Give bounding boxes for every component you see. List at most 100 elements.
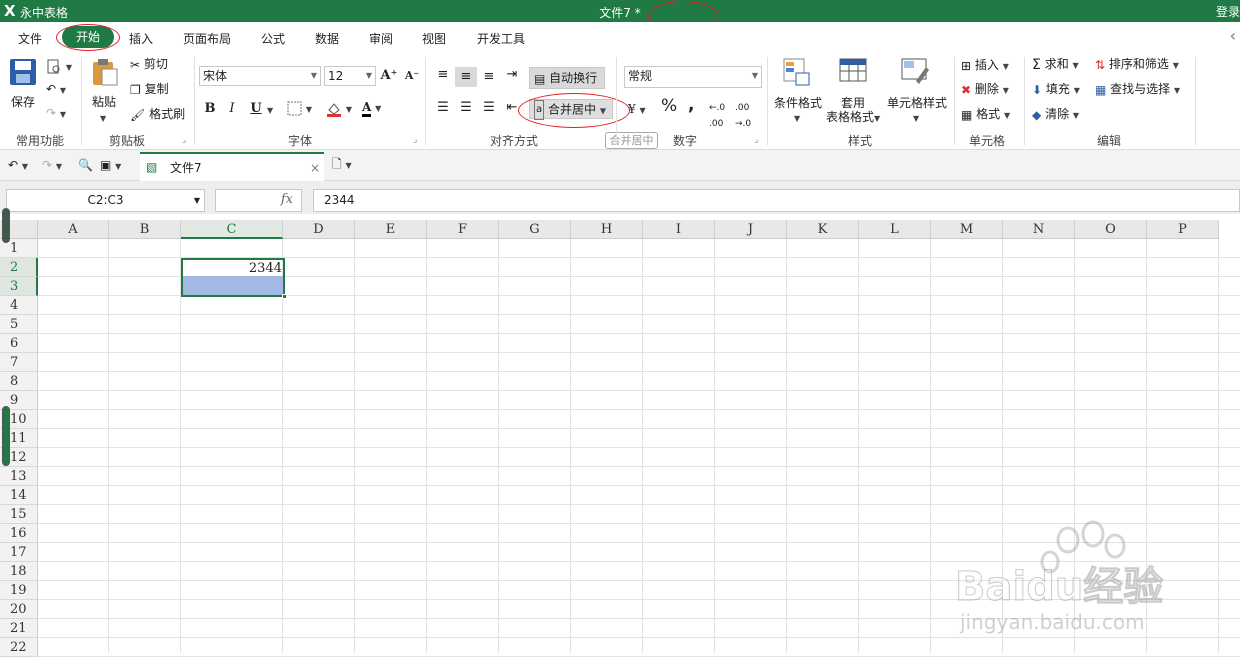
grow-font-button[interactable]: A⁺ xyxy=(378,66,400,86)
increase-decimal-button[interactable]: ←.0.00 xyxy=(709,100,725,132)
align-right-icon[interactable]: ☰ xyxy=(478,98,500,118)
row-header-14[interactable]: 14 xyxy=(0,486,38,505)
column-header-j[interactable]: J xyxy=(715,220,787,239)
name-box[interactable]: C2:C3 ▼ xyxy=(6,189,205,212)
row-header-13[interactable]: 13 xyxy=(0,467,38,486)
redo-icon[interactable]: ↷ ▼ xyxy=(46,105,66,123)
column-header-a[interactable]: A xyxy=(38,220,109,239)
sum-button[interactable]: Σ 求和 ▼ xyxy=(1032,56,1079,74)
find-select-button[interactable]: ▦ 查找与选择 ▼ xyxy=(1095,81,1180,99)
percent-button[interactable]: % xyxy=(661,98,677,115)
delete-cells-button[interactable]: ✖ 删除 ▼ xyxy=(961,81,1009,99)
row-header-5[interactable]: 5 xyxy=(0,315,38,334)
table-format-icon[interactable] xyxy=(838,57,868,87)
chevron-down-icon[interactable]: ▼ xyxy=(794,109,800,127)
table-format-button-line2[interactable]: 表格格式▼ xyxy=(826,109,880,127)
row-header-2[interactable]: 2 xyxy=(0,258,38,277)
fill-handle[interactable] xyxy=(282,294,287,299)
row-header-15[interactable]: 15 xyxy=(0,505,38,524)
align-bottom-icon[interactable]: ≡ xyxy=(478,67,500,87)
menu-formulas[interactable]: 公式 xyxy=(261,30,285,47)
column-header-g[interactable]: G xyxy=(499,220,571,239)
row-header-17[interactable]: 17 xyxy=(0,543,38,562)
spreadsheet-grid[interactable]: ABCDEFGHIJKLMNOP 1 2 3 4 5 6 7 8 9 10 11 12 13 14 15 16… xyxy=(0,208,1240,657)
column-header-l[interactable]: L xyxy=(859,220,931,239)
column-header-d[interactable]: D xyxy=(283,220,355,239)
shrink-font-button[interactable]: A⁻ xyxy=(401,66,423,86)
italic-button[interactable]: I xyxy=(221,99,243,119)
menu-data[interactable]: 数据 xyxy=(315,30,339,47)
cell-styles-icon[interactable] xyxy=(900,57,930,87)
menu-view[interactable]: 视图 xyxy=(422,30,446,47)
format-painter-button[interactable]: 🖌 格式刷 xyxy=(130,106,185,123)
column-header-h[interactable]: H xyxy=(571,220,643,239)
launcher-icon[interactable]: ⌟ xyxy=(182,135,186,145)
menu-insert[interactable]: 插入 xyxy=(129,30,153,47)
cut-button[interactable]: ✂ 剪切 xyxy=(130,56,168,73)
comma-button[interactable]: , xyxy=(688,97,694,114)
border-icon[interactable]: ▼ xyxy=(287,100,312,118)
column-header-c[interactable]: C xyxy=(181,220,283,239)
column-header-i[interactable]: I xyxy=(643,220,715,239)
scroll-thumb[interactable] xyxy=(2,208,10,243)
menu-page-layout[interactable]: 页面布局 xyxy=(183,30,231,47)
column-header-k[interactable]: K xyxy=(787,220,859,239)
column-header-m[interactable]: M xyxy=(931,220,1003,239)
fill-color-icon[interactable]: ▼ xyxy=(326,100,352,118)
collapse-ribbon-icon[interactable]: ‹ xyxy=(1230,26,1236,45)
paste-icon[interactable] xyxy=(90,57,120,87)
format-cells-button[interactable]: ▦ 格式 ▼ xyxy=(961,106,1010,124)
cell-c2[interactable]: 2344 xyxy=(186,259,282,277)
insert-cells-button[interactable]: ⊞ 插入 ▼ xyxy=(961,57,1009,75)
column-header-p[interactable]: P xyxy=(1147,220,1219,239)
chevron-down-icon[interactable]: ▼ xyxy=(913,109,919,127)
row-header-6[interactable]: 6 xyxy=(0,334,38,353)
underline-button[interactable]: U xyxy=(245,99,267,119)
align-left-icon[interactable]: ☰ xyxy=(432,98,454,118)
menu-developer[interactable]: 开发工具 xyxy=(477,30,525,47)
row-header-22[interactable]: 22 xyxy=(0,638,38,657)
menu-review[interactable]: 审阅 xyxy=(369,30,393,47)
undo-icon[interactable]: ↶ ▼ xyxy=(8,157,28,175)
login-button[interactable]: 登录 xyxy=(1216,3,1240,20)
align-center-icon[interactable]: ☰ xyxy=(455,98,477,118)
print-preview-icon[interactable]: 🔍 xyxy=(78,157,93,173)
column-header-b[interactable]: B xyxy=(109,220,181,239)
indent-icon[interactable]: ⇥ xyxy=(501,65,523,85)
number-format-select[interactable]: 常规 ▼ xyxy=(624,66,762,88)
paste-dropdown-icon[interactable]: ▼ xyxy=(100,109,106,127)
wrap-text-button[interactable]: ▤ 自动换行 xyxy=(529,67,605,89)
launcher-icon[interactable]: ⌟ xyxy=(754,135,758,145)
copy-button[interactable]: ❐ 复制 xyxy=(130,81,169,98)
column-header-f[interactable]: F xyxy=(427,220,499,239)
row-header-4[interactable]: 4 xyxy=(0,296,38,315)
function-box[interactable]: fx xyxy=(215,189,302,212)
menu-file[interactable]: 文件 xyxy=(18,30,42,47)
document-tab[interactable]: ▧ 文件7 × xyxy=(140,152,324,181)
bold-button[interactable]: B xyxy=(199,99,221,119)
save-button[interactable]: 保存 xyxy=(11,94,35,110)
font-color-button[interactable]: A ▼ xyxy=(362,99,381,117)
print-preview-icon[interactable]: ▼ xyxy=(46,58,72,76)
fx-icon[interactable]: fx xyxy=(281,192,293,207)
row-header-20[interactable]: 20 xyxy=(0,600,38,619)
row-header-8[interactable]: 8 xyxy=(0,372,38,391)
new-document-icon[interactable]: 🗋 ▼ xyxy=(332,156,352,174)
fill-button[interactable]: ⬇ 填充 ▼ xyxy=(1032,81,1080,99)
row-header-19[interactable]: 19 xyxy=(0,581,38,600)
font-name-select[interactable]: 宋体 ▼ xyxy=(199,66,321,86)
save-icon[interactable]: ▣ ▼ xyxy=(100,157,121,175)
row-header-16[interactable]: 16 xyxy=(0,524,38,543)
undo-icon[interactable]: ↶ ▼ xyxy=(46,81,66,99)
sort-filter-button[interactable]: ⇅ 排序和筛选 ▼ xyxy=(1095,56,1179,74)
column-header-n[interactable]: N xyxy=(1003,220,1075,239)
paste-button[interactable]: 粘贴 xyxy=(92,94,116,110)
row-header-18[interactable]: 18 xyxy=(0,562,38,581)
row-header-21[interactable]: 21 xyxy=(0,619,38,638)
align-middle-icon[interactable]: ≡ xyxy=(455,67,477,87)
save-icon[interactable] xyxy=(8,57,38,87)
formula-input[interactable]: 2344 xyxy=(313,189,1240,212)
launcher-icon[interactable]: ⌟ xyxy=(413,135,417,145)
decrease-decimal-button[interactable]: .00 →.0 xyxy=(735,100,751,132)
column-header-e[interactable]: E xyxy=(355,220,427,239)
